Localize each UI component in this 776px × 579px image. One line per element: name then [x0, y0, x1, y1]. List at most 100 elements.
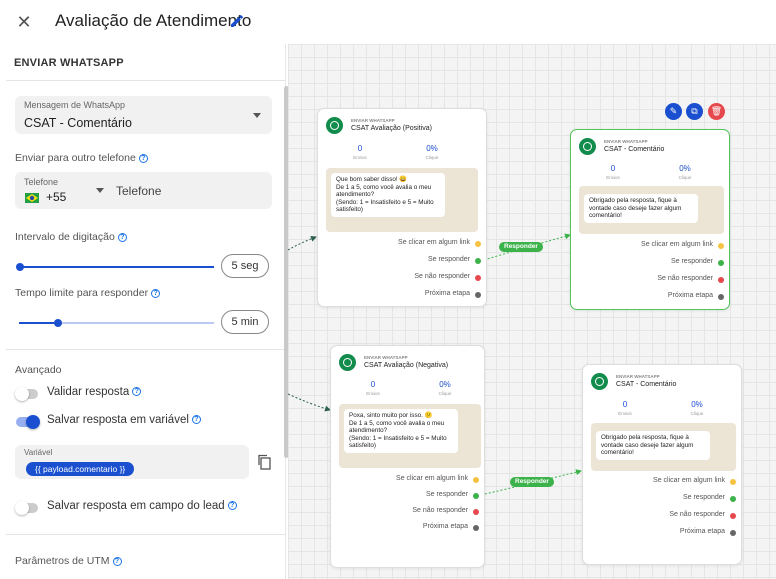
connector-line [288, 235, 317, 251]
help-icon[interactable]: ? [151, 288, 161, 298]
edit-node-button[interactable]: ✎ [665, 103, 682, 120]
toggle-knob [26, 415, 40, 429]
duplicate-node-button[interactable]: ⧉ [686, 103, 703, 120]
sent-count: 0 [370, 380, 376, 389]
output-next-label: Próxima etapa [667, 292, 713, 299]
caret-down-icon[interactable] [96, 188, 104, 193]
click-label: Clique [425, 155, 439, 160]
click-label: Clique [690, 411, 704, 416]
help-icon[interactable]: ? [132, 387, 142, 397]
sent-label: Envios [606, 175, 620, 180]
output-link-label: Se clicar em algum link [653, 477, 725, 484]
output-handle[interactable] [718, 243, 724, 249]
advanced-title: Avançado [15, 364, 62, 376]
message-select-value: CSAT - Comentário [24, 116, 132, 130]
click-rate: 0% [679, 164, 691, 173]
country-code[interactable]: +55 [46, 190, 66, 204]
sent-count: 0 [610, 164, 616, 173]
output-next-label: Próxima etapa [422, 523, 468, 530]
node-name: CSAT - Comentário [604, 146, 665, 153]
click-label: Clique [678, 175, 692, 180]
flow-node[interactable]: ENVIAR WHATSAPP CSAT Avaliação (Negativa… [330, 345, 485, 568]
help-icon[interactable]: ? [138, 153, 148, 163]
variable-field[interactable]: Variável {{ payload.comentario }} [15, 445, 249, 479]
sent-label: Envios [618, 411, 632, 416]
help-icon[interactable]: ? [191, 415, 201, 425]
close-icon[interactable]: ✕ [14, 12, 34, 32]
variable-chip[interactable]: {{ payload.comentario }} [26, 462, 135, 476]
message-select[interactable]: Mensagem de WhatsApp CSAT - Comentário [15, 96, 272, 134]
save-variable-toggle[interactable] [16, 415, 40, 429]
output-handle[interactable] [718, 294, 724, 300]
variable-label: Variável [24, 448, 53, 457]
node-kind: ENVIAR WHATSAPP [364, 355, 408, 360]
node-name: CSAT Avaliação (Positiva) [351, 125, 432, 132]
header: ✕ Avaliação de Atendimento [0, 0, 776, 44]
validate-response-label: Validar resposta? [47, 386, 142, 398]
phone-field[interactable]: Telefone +55 Telefone [15, 172, 272, 209]
typing-interval-value[interactable]: 5 seg [221, 254, 269, 278]
output-link-label: Se clicar em algum link [396, 475, 468, 482]
output-handle[interactable] [473, 493, 479, 499]
validate-response-toggle[interactable] [15, 387, 38, 401]
response-time-label: Tempo limite para responder? [15, 287, 161, 299]
slider-fill [19, 322, 59, 324]
copy-icon[interactable] [257, 454, 271, 470]
delete-node-button[interactable]: 🗑 [708, 103, 725, 120]
message-bubble: Obrigado pela resposta, fique à vontade … [584, 194, 698, 223]
output-handle[interactable] [475, 275, 481, 281]
output-handle[interactable] [730, 530, 736, 536]
output-next-label: Próxima etapa [679, 528, 725, 535]
sent-count: 0 [357, 144, 363, 153]
click-label: Clique [438, 391, 452, 396]
section-title: ENVIAR WHATSAPP [14, 57, 124, 69]
output-handle[interactable] [730, 513, 736, 519]
output-handle[interactable] [475, 292, 481, 298]
node-kind: ENVIAR WHATSAPP [351, 118, 395, 123]
output-no-reply-label: Se não responder [414, 273, 470, 280]
flow-node[interactable]: ENVIAR WHATSAPP CSAT Avaliação (Positiva… [317, 108, 487, 307]
output-reply-label: Se responder [682, 494, 725, 501]
help-icon[interactable]: ? [112, 556, 122, 566]
output-handle[interactable] [718, 277, 724, 283]
message-bubble: Que bom saber disso! 😀 De 1 a 5, como vo… [331, 173, 445, 217]
toggle-knob [15, 501, 29, 515]
save-lead-field-toggle[interactable] [15, 501, 38, 515]
help-icon[interactable]: ? [227, 501, 237, 511]
pencil-icon[interactable] [229, 13, 245, 29]
whatsapp-icon [591, 373, 608, 390]
flow-node[interactable]: ENVIAR WHATSAPP CSAT - Comentário 0 Envi… [582, 364, 742, 565]
output-no-reply-label: Se não responder [412, 507, 468, 514]
divider [6, 349, 285, 350]
output-reply-label: Se responder [425, 491, 468, 498]
flow-node-selected[interactable]: ENVIAR WHATSAPP CSAT - Comentário 0 Envi… [570, 129, 730, 310]
output-handle[interactable] [718, 260, 724, 266]
message-bubble: Obrigado pela resposta, fique à vontade … [596, 431, 710, 460]
output-handle[interactable] [730, 479, 736, 485]
edge-label[interactable]: Responder [510, 477, 554, 487]
output-handle[interactable] [473, 525, 479, 531]
page-title: Avaliação de Atendimento [55, 11, 252, 30]
settings-sidebar: ENVIAR WHATSAPP Mensagem de WhatsApp CSA… [6, 44, 286, 579]
slider-handle[interactable] [16, 262, 24, 271]
output-reply-label: Se responder [427, 256, 470, 263]
edge-label[interactable]: Responder [499, 242, 543, 252]
output-handle[interactable] [730, 496, 736, 502]
message-preview: Poxa, sinto muito por isso. 😕 De 1 a 5, … [339, 404, 481, 468]
output-handle[interactable] [475, 241, 481, 247]
output-handle[interactable] [473, 509, 479, 515]
message-preview: Obrigado pela resposta, fique à vontade … [591, 423, 736, 471]
slider-handle[interactable] [54, 318, 62, 327]
typing-interval-label: Intervalo de digitação? [15, 231, 127, 243]
response-time-value[interactable]: 5 min [221, 310, 269, 334]
output-handle[interactable] [473, 477, 479, 483]
message-preview: Obrigado pela resposta, fique à vontade … [579, 186, 724, 234]
phone-input[interactable]: Telefone [116, 184, 161, 198]
phone-label: Telefone [24, 177, 59, 187]
divider [6, 534, 285, 535]
flow-canvas[interactable]: Responder Responder ENVIAR WHATSAPP CSAT… [288, 44, 776, 579]
output-handle[interactable] [475, 258, 481, 264]
typing-interval-slider[interactable] [19, 266, 214, 268]
help-icon[interactable]: ? [117, 232, 127, 242]
toggle-knob [15, 387, 29, 401]
